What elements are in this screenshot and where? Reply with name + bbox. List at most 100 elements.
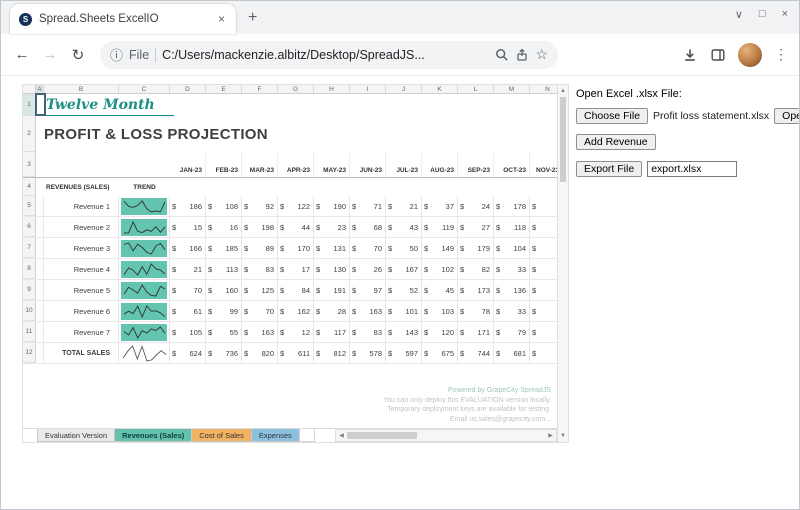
value-cell[interactable]: $	[530, 343, 557, 363]
row-header-6[interactable]: 6	[23, 217, 36, 237]
value-cell[interactable]: $167	[386, 259, 422, 279]
minimize-icon[interactable]: ∨	[735, 8, 743, 21]
forward-icon[interactable]: →	[36, 41, 64, 69]
value-cell[interactable]: $118	[494, 217, 530, 237]
value-cell[interactable]: $61	[170, 301, 206, 321]
value-cell[interactable]: $79	[494, 322, 530, 342]
window-close-icon[interactable]: ×	[782, 8, 788, 21]
value-cell[interactable]: $99	[206, 301, 242, 321]
address-bar[interactable]: ⓘ File C:/Users/mackenzie.albitz/Desktop…	[100, 40, 558, 69]
maximize-icon[interactable]: □	[759, 8, 766, 21]
revenue-label[interactable]: Revenue 3	[44, 238, 119, 258]
value-cell[interactable]: $611	[278, 343, 314, 363]
value-cell[interactable]: $122	[278, 196, 314, 216]
total-sparkline-cell[interactable]	[119, 343, 170, 363]
trend-sparkline-cell[interactable]	[119, 196, 170, 216]
browser-menu-icon[interactable]: ⋮	[774, 46, 788, 63]
trend-sparkline-cell[interactable]	[119, 238, 170, 258]
month-header[interactable]: OCT-23	[494, 152, 530, 177]
month-header[interactable]: FEB-23	[206, 152, 242, 177]
value-cell[interactable]: $83	[350, 322, 386, 342]
revenue-label[interactable]: Revenue 6	[44, 301, 119, 321]
value-cell[interactable]: $597	[386, 343, 422, 363]
value-cell[interactable]: $82	[458, 259, 494, 279]
row-header-10[interactable]: 10	[23, 301, 36, 321]
cell[interactable]	[36, 116, 44, 152]
back-icon[interactable]: ←	[8, 41, 36, 69]
value-cell[interactable]: $23	[314, 217, 350, 237]
value-cell[interactable]: $101	[386, 301, 422, 321]
column-header-D[interactable]: D	[170, 85, 206, 94]
value-cell[interactable]: $70	[350, 238, 386, 258]
value-cell[interactable]: $92	[242, 196, 278, 216]
column-header-H[interactable]: H	[314, 85, 350, 94]
value-cell[interactable]: $178	[494, 196, 530, 216]
page-info-icon[interactable]: ⓘ	[110, 45, 123, 64]
value-cell[interactable]: $103	[422, 301, 458, 321]
value-cell[interactable]: $163	[242, 322, 278, 342]
value-cell[interactable]: $170	[278, 238, 314, 258]
value-cell[interactable]: $125	[242, 280, 278, 300]
column-header-J[interactable]: J	[386, 85, 422, 94]
month-header[interactable]: SEP-23	[458, 152, 494, 177]
value-cell[interactable]: $105	[170, 322, 206, 342]
row-header-1[interactable]: 1	[23, 94, 36, 116]
month-header[interactable]: JUL-23	[386, 152, 422, 177]
row-header-8[interactable]: 8	[23, 259, 36, 279]
vertical-scroll-thumb[interactable]	[560, 97, 566, 182]
column-header-G[interactable]: G	[278, 85, 314, 94]
column-header-I[interactable]: I	[350, 85, 386, 94]
value-cell[interactable]: $163	[350, 301, 386, 321]
cell[interactable]	[36, 238, 44, 258]
value-cell[interactable]: $15	[170, 217, 206, 237]
value-cell[interactable]: $198	[242, 217, 278, 237]
scroll-right-icon[interactable]: ▶	[545, 430, 556, 441]
trend-sparkline-cell[interactable]	[119, 259, 170, 279]
revenue-label[interactable]: Revenue 4	[44, 259, 119, 279]
value-cell[interactable]: $119	[422, 217, 458, 237]
value-cell[interactable]: $130	[314, 259, 350, 279]
cell[interactable]	[36, 301, 44, 321]
value-cell[interactable]: $	[530, 322, 557, 342]
value-cell[interactable]: $27	[458, 217, 494, 237]
trend-sparkline-cell[interactable]	[119, 280, 170, 300]
column-header-E[interactable]: E	[206, 85, 242, 94]
value-cell[interactable]: $50	[386, 238, 422, 258]
bookmark-star-icon[interactable]: ☆	[535, 46, 548, 63]
month-header[interactable]: MAR-23	[242, 152, 278, 177]
value-cell[interactable]: $	[530, 259, 557, 279]
share-icon[interactable]	[515, 48, 529, 62]
side-panel-icon[interactable]	[710, 47, 726, 63]
value-cell[interactable]: $131	[314, 238, 350, 258]
value-cell[interactable]: $52	[386, 280, 422, 300]
cell[interactable]	[44, 152, 119, 177]
month-header[interactable]: APR-23	[278, 152, 314, 177]
value-cell[interactable]: $675	[422, 343, 458, 363]
profile-avatar[interactable]	[738, 42, 762, 67]
value-cell[interactable]: $28	[314, 301, 350, 321]
value-cell[interactable]: $21	[386, 196, 422, 216]
cell[interactable]	[119, 152, 170, 177]
column-header-A[interactable]: A	[36, 85, 44, 94]
tab-close-icon[interactable]: ×	[216, 12, 227, 26]
value-cell[interactable]: $70	[242, 301, 278, 321]
value-cell[interactable]: $43	[386, 217, 422, 237]
value-cell[interactable]: $820	[242, 343, 278, 363]
value-cell[interactable]: $	[530, 238, 557, 258]
value-cell[interactable]: $26	[350, 259, 386, 279]
value-cell[interactable]: $736	[206, 343, 242, 363]
value-cell[interactable]: $162	[278, 301, 314, 321]
value-cell[interactable]: $186	[170, 196, 206, 216]
value-cell[interactable]: $160	[206, 280, 242, 300]
value-cell[interactable]: $149	[422, 238, 458, 258]
value-cell[interactable]: $108	[206, 196, 242, 216]
value-cell[interactable]: $166	[170, 238, 206, 258]
value-cell[interactable]: $624	[170, 343, 206, 363]
value-cell[interactable]: $33	[494, 301, 530, 321]
value-cell[interactable]: $12	[278, 322, 314, 342]
cell-a1[interactable]	[36, 94, 44, 116]
value-cell[interactable]: $68	[350, 217, 386, 237]
value-cell[interactable]: $70	[170, 280, 206, 300]
value-cell[interactable]: $812	[314, 343, 350, 363]
value-cell[interactable]: $84	[278, 280, 314, 300]
